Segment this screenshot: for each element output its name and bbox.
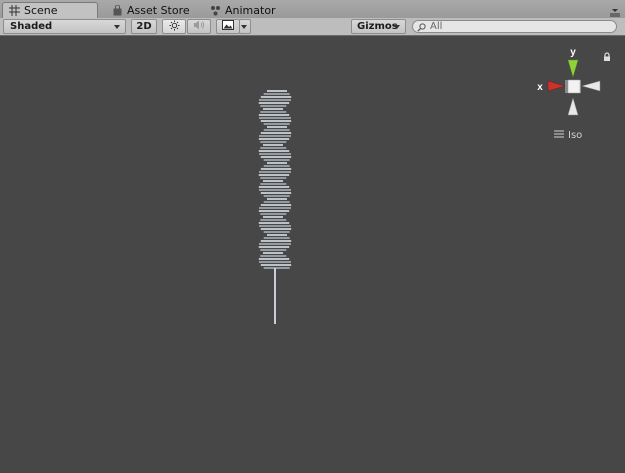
tab-menu-icon[interactable]: [608, 3, 622, 17]
lighting-toggle[interactable]: [162, 19, 186, 34]
y-axis-label: y: [570, 47, 576, 58]
neg-x-axis-cone[interactable]: [581, 80, 601, 92]
gizmos-label: Gizmos: [357, 21, 398, 32]
sun-icon: [169, 20, 180, 34]
scene-orientation-gizmo[interactable]: y x: [530, 44, 604, 118]
audio-toggle[interactable]: [187, 19, 211, 34]
shopping-bag-icon: [112, 4, 123, 16]
search-icon: [417, 17, 427, 36]
spiral-tree-model[interactable]: [255, 88, 295, 328]
2d-mode-label: 2D: [136, 21, 152, 32]
draw-mode-label: Shaded: [10, 21, 53, 32]
2d-mode-button[interactable]: 2D: [131, 19, 157, 34]
projection-label: Iso: [568, 130, 583, 141]
lock-icon[interactable]: [602, 47, 612, 61]
spiral-branches: [258, 90, 292, 269]
tab-scene[interactable]: Scene: [2, 2, 98, 18]
effects-toggle[interactable]: [216, 19, 240, 34]
speaker-icon: [193, 20, 205, 33]
x-axis-cone[interactable]: [547, 80, 566, 92]
gizmo-center-cube[interactable]: [567, 79, 581, 94]
menu-lines-icon: [554, 130, 564, 141]
gizmos-dropdown[interactable]: Gizmos: [351, 19, 406, 34]
draw-mode-dropdown[interactable]: Shaded: [3, 19, 126, 34]
search-field[interactable]: [412, 20, 617, 33]
scene-toolbar: Shaded 2D Gizmos: [0, 18, 625, 36]
grid-icon: [9, 5, 20, 16]
tab-asset-store-label: Asset Store: [127, 3, 190, 17]
tab-animator[interactable]: Animator: [204, 2, 300, 18]
tab-animator-label: Animator: [225, 3, 276, 17]
tab-scene-label: Scene: [24, 4, 58, 17]
chevron-down-icon: [114, 25, 120, 29]
tab-strip: Scene Asset Store Animator: [0, 0, 625, 18]
projection-toggle[interactable]: Iso: [554, 130, 582, 141]
neg-y-axis-cone[interactable]: [567, 97, 579, 116]
search-input[interactable]: [430, 21, 610, 32]
tab-asset-store[interactable]: Asset Store: [106, 2, 202, 18]
x-axis-label: x: [537, 82, 543, 93]
animator-icon: [210, 5, 221, 16]
chevron-down-icon: [241, 25, 247, 29]
effects-dropdown[interactable]: [239, 19, 251, 34]
y-axis-cone[interactable]: [567, 59, 579, 78]
image-icon: [222, 20, 234, 33]
chevron-down-icon: [394, 25, 400, 29]
